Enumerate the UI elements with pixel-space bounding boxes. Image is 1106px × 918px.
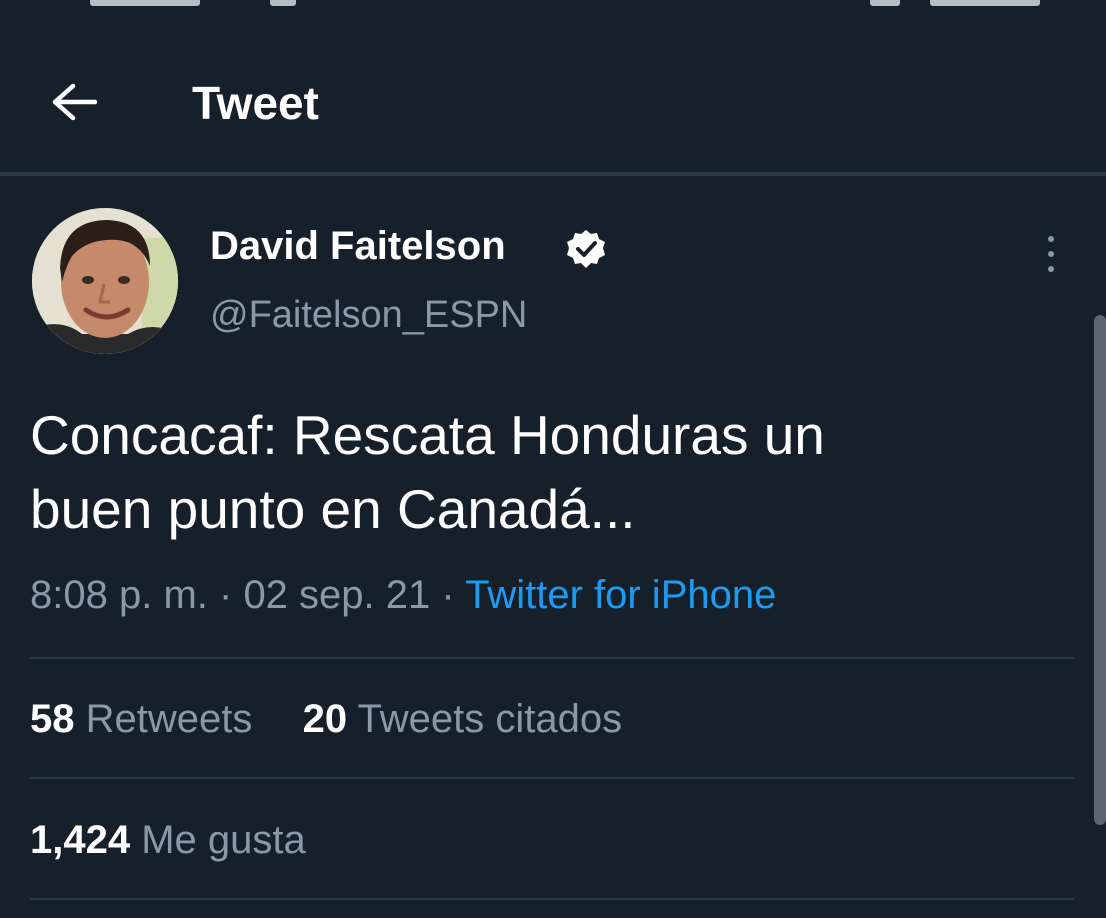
retweets-count: 58	[30, 697, 75, 741]
more-dot	[1048, 251, 1054, 257]
tweet-meta: 8:08 p. m. · 02 sep. 21 · Twitter for iP…	[30, 573, 776, 618]
stats-row-reposts: 58 Retweets 20 Tweets citados	[30, 697, 622, 742]
author-name[interactable]: David Faitelson	[210, 224, 506, 269]
tweet-time[interactable]: 8:08 p. m.	[30, 573, 208, 617]
arrow-left-icon	[52, 83, 97, 121]
quotes-count: 20	[302, 697, 348, 741]
tweet-source-link[interactable]: Twitter for iPhone	[465, 573, 776, 617]
quotes-label: Tweets citados	[357, 697, 623, 741]
retweets-stat[interactable]: 58 Retweets	[30, 697, 252, 741]
page-title: Tweet	[192, 77, 319, 129]
more-options-button[interactable]	[1036, 232, 1066, 276]
more-dot	[1048, 266, 1054, 272]
tweet-text-line: buen punto en Canadá...	[30, 478, 636, 540]
header-divider	[0, 172, 1106, 176]
divider	[30, 898, 1074, 900]
avatar[interactable]	[32, 208, 178, 354]
divider	[30, 657, 1074, 659]
likes-count: 1,424	[30, 818, 131, 862]
avatar-image	[32, 208, 178, 354]
likes-label: Me gusta	[141, 818, 306, 862]
author-handle[interactable]: @Faitelson_ESPN	[210, 294, 527, 337]
more-vertical-icon	[1048, 236, 1054, 242]
quote-tweets-stat[interactable]: 20 Tweets citados	[303, 697, 622, 741]
likes-stat[interactable]: 1,424 Me gusta	[30, 818, 306, 862]
top-app-bar: Tweet	[0, 0, 1106, 129]
retweets-label: Retweets	[85, 697, 253, 741]
meta-separator: ·	[219, 573, 244, 617]
divider	[30, 777, 1074, 779]
tweet-date[interactable]: 02 sep. 21	[243, 573, 430, 617]
meta-separator: ·	[441, 573, 466, 617]
tweet-text: Concacaf: Rescata Honduras un buen punto…	[30, 398, 1070, 546]
verified-badge-icon	[565, 228, 607, 270]
scrollbar[interactable]	[1094, 315, 1106, 825]
tweet-text-line: Concacaf: Rescata Honduras un	[30, 404, 825, 466]
back-button[interactable]	[48, 76, 100, 128]
stats-row-likes: 1,424 Me gusta	[30, 818, 306, 863]
